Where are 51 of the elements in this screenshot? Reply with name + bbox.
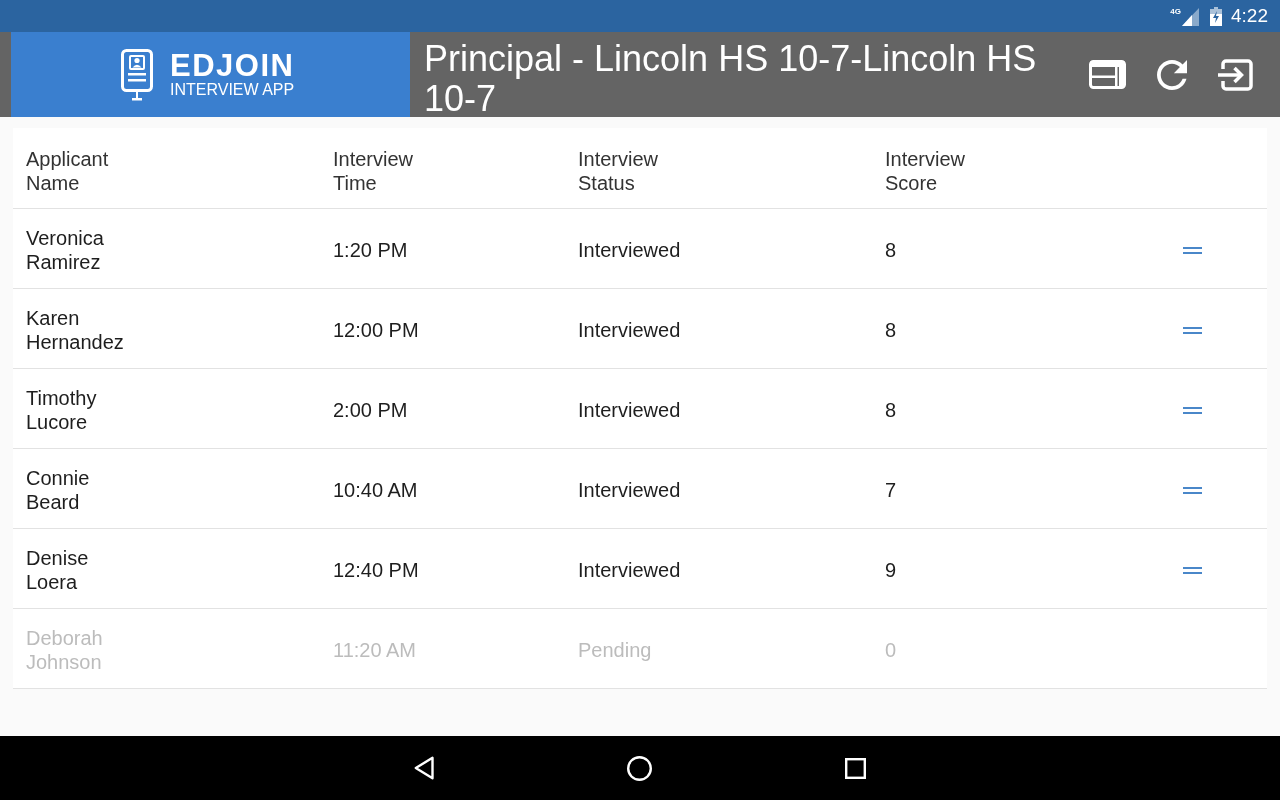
interview-time: 12:40 PM	[333, 558, 419, 582]
column-heading: Interview Status	[578, 147, 659, 195]
layout-icon[interactable]	[1089, 60, 1126, 89]
drag-handle-icon[interactable]	[1183, 406, 1202, 414]
applicant-name: Denise Loera	[26, 546, 89, 594]
column-heading: Applicant Name	[26, 147, 109, 195]
drag-handle-icon[interactable]	[1183, 486, 1202, 494]
interview-score: 8	[885, 398, 897, 422]
interview-score: 8	[885, 238, 897, 262]
drag-handle-icon[interactable]	[1183, 566, 1202, 574]
page-title: Principal - Lincoln HS 10-7-Lincoln HS 10-7	[424, 37, 1038, 119]
logo-tagline: INTERVIEW APP	[170, 80, 295, 99]
applicant-name: Timothy Lucore	[26, 386, 97, 434]
applicant-name: Veronica Ramirez	[26, 226, 104, 274]
interview-status: Interviewed	[578, 478, 681, 502]
interview-status: Interviewed	[578, 558, 681, 582]
interview-time: 1:20 PM	[333, 238, 408, 262]
column-heading: Interview Time	[333, 147, 414, 195]
interview-status: Interviewed	[578, 238, 681, 262]
interview-time: 2:00 PM	[333, 398, 408, 422]
applicant-name: Karen Hernandez	[26, 306, 124, 354]
interview-time: 11:20 AM	[333, 638, 417, 662]
network-label: 4G	[1170, 7, 1181, 16]
interview-time: 12:00 PM	[333, 318, 419, 342]
drag-handle-icon[interactable]	[1183, 246, 1202, 254]
interview-score: 7	[885, 478, 897, 502]
logo-wordmark: EDJOIN	[170, 50, 295, 81]
drag-handle-icon[interactable]	[1183, 326, 1202, 334]
home-icon[interactable]	[627, 755, 652, 781]
table-row[interactable]: Denise Loera 12:40 PM Interviewed 9	[13, 529, 1267, 609]
table-row[interactable]: Veronica Ramirez 1:20 PM Interviewed 8	[13, 209, 1267, 289]
interview-score: 0	[885, 638, 897, 662]
interview-status: Interviewed	[578, 398, 681, 422]
interview-status: Pending	[578, 638, 652, 662]
applicant-name: Deborah Johnson	[26, 626, 103, 674]
interview-score: 9	[885, 558, 897, 582]
applicant-name: Connie Beard	[26, 466, 90, 514]
interview-score: 8	[885, 318, 897, 342]
interview-time: 10:40 AM	[333, 478, 418, 502]
recents-icon[interactable]	[845, 757, 866, 779]
tablet-profile-icon	[121, 48, 153, 101]
signal-icon	[1182, 7, 1199, 26]
interview-status: Interviewed	[578, 318, 681, 342]
clock-time: 4:22	[1231, 5, 1268, 27]
refresh-icon[interactable]	[1157, 59, 1187, 90]
column-heading: Interview Score	[885, 147, 966, 195]
back-icon[interactable]	[414, 756, 434, 780]
table-row[interactable]: Connie Beard 10:40 AM Interviewed 7	[13, 449, 1267, 529]
table-row[interactable]: Karen Hernandez 12:00 PM Interviewed 8	[13, 289, 1267, 369]
table-row[interactable]: Timothy Lucore 2:00 PM Interviewed 8	[13, 369, 1267, 449]
battery-icon	[1210, 6, 1222, 26]
